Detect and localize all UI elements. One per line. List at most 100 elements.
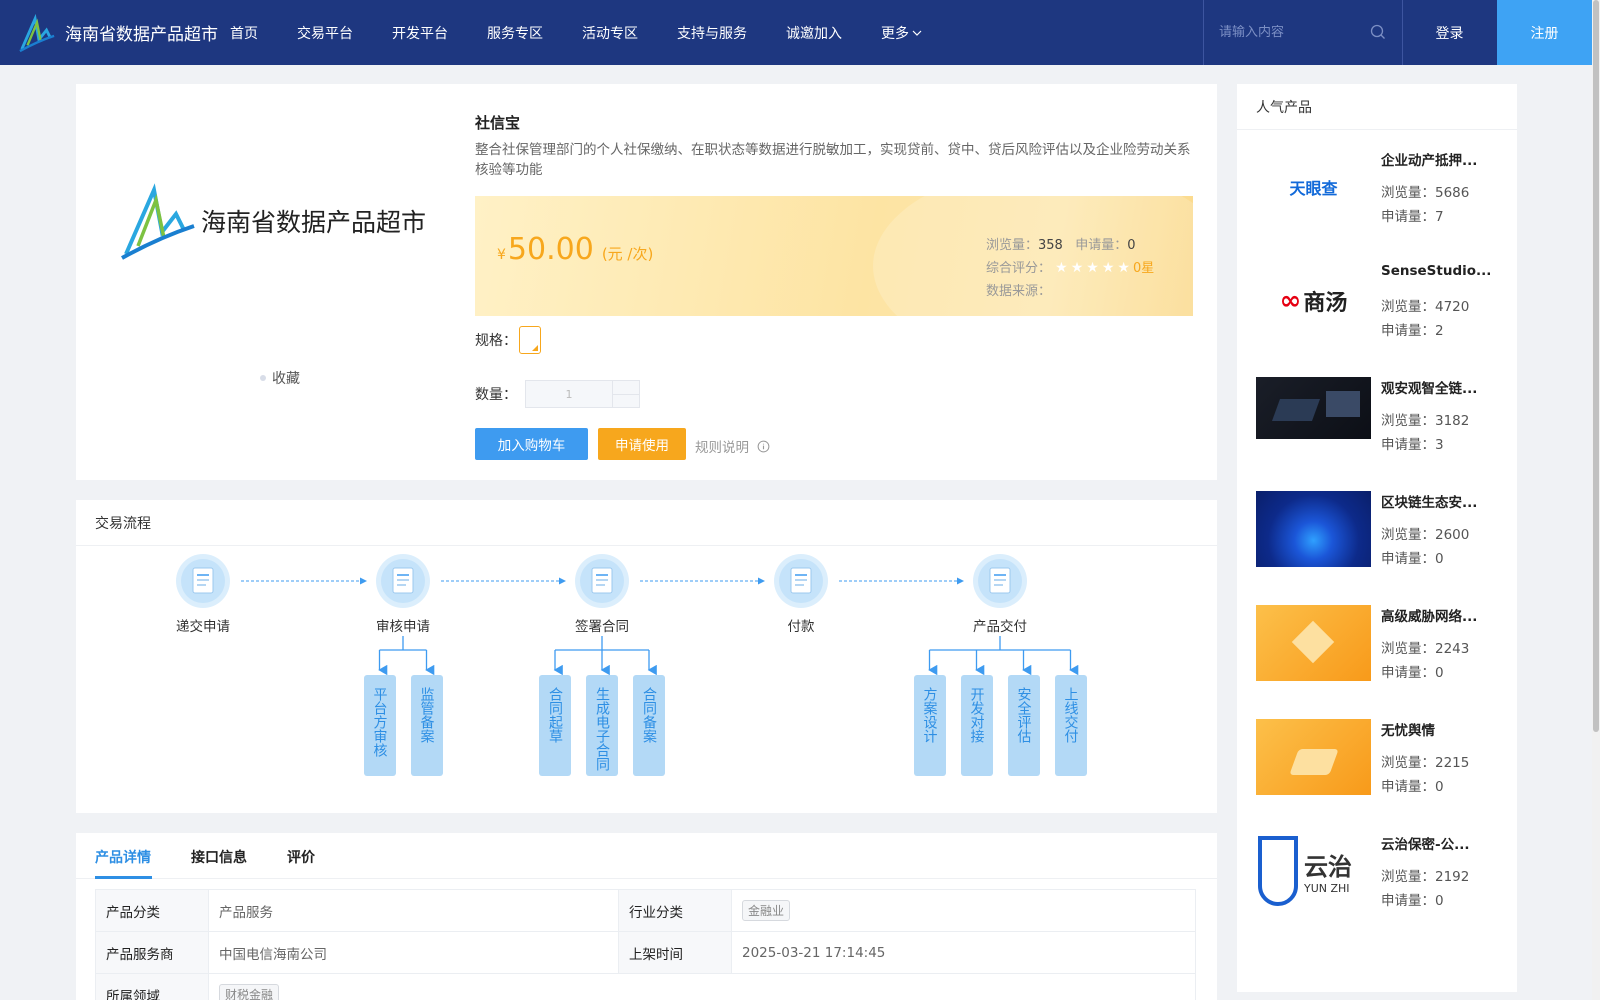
tab-api-info[interactable]: 接口信息 xyxy=(191,847,247,867)
flow-substep: 合同起草 xyxy=(539,675,571,776)
add-to-cart-button[interactable]: 加入购物车 xyxy=(475,428,588,460)
star-icon: ★ xyxy=(1117,260,1130,276)
popular-product-name[interactable]: 云治保密-公... xyxy=(1381,833,1506,853)
table-row: 产品服务商 中国电信海南公司 上架时间 2025-03-21 17:14:45 xyxy=(95,931,1196,974)
flow-substep-label: 平台方审核 xyxy=(371,687,388,757)
source-label: 数据来源： xyxy=(986,284,1052,299)
rating-score: 0星 xyxy=(1132,261,1155,276)
top-nav-bar: 海南省数据产品超市 首页 交易平台 开发平台 服务专区 活动专区 支持与服务 诚… xyxy=(0,0,1592,65)
submit-document-icon xyxy=(192,567,214,594)
apply-button[interactable]: 申请使用 xyxy=(598,428,686,460)
rating-stars: ★ ★ ★ ★ ★ xyxy=(1055,257,1133,280)
blue-hologram-image[interactable] xyxy=(1256,491,1371,567)
popular-product-applications: 申请量：0 xyxy=(1381,779,1444,795)
quantity-controls xyxy=(612,381,639,407)
popular-product-item[interactable]: 无忧舆情 浏览量：2215 申请量：0 xyxy=(1256,719,1506,809)
popular-product-name[interactable]: 企业动产抵押... xyxy=(1381,149,1506,169)
nav-more[interactable]: 更多 xyxy=(881,23,922,43)
popular-product-views: 浏览量：2243 xyxy=(1381,641,1470,657)
dark-device-image[interactable] xyxy=(1256,377,1371,453)
industry-tag: 金融业 xyxy=(742,900,791,921)
popular-product-item[interactable]: 区块链生态安... 浏览量：2600 申请量：0 xyxy=(1256,491,1506,581)
price-box: ¥ 50.00 (元 /次) 浏览量：358 申请量：0 综合评分： ★ ★ ★ ★ ★… xyxy=(475,196,1193,316)
favorite-label: 收藏 xyxy=(272,371,300,387)
popular-product-item[interactable]: 天眼查 企业动产抵押... 浏览量：5686 申请量：7 xyxy=(1256,149,1506,239)
popular-product-applications: 申请量：7 xyxy=(1381,209,1444,225)
product-stats: 浏览量：358 申请量：0 综合评分： ★ ★ ★ ★ ★ 0星 数据来源： xyxy=(986,234,1154,303)
side-divider xyxy=(1237,129,1517,130)
detail-key: 行业分类 xyxy=(618,889,732,932)
star-icon: ★ xyxy=(1055,260,1068,276)
nav-service-zone[interactable]: 服务专区 xyxy=(487,23,543,43)
popular-product-item[interactable]: 高级威胁网络... 浏览量：2243 申请量：0 xyxy=(1256,605,1506,695)
sign-contract-icon xyxy=(591,567,613,594)
popular-product-name[interactable]: 高级威胁网络... xyxy=(1381,605,1506,625)
views-label: 浏览量： xyxy=(986,238,1039,253)
popular-product-item[interactable]: 观安观智全链... 浏览量：3182 申请量：3 xyxy=(1256,377,1506,467)
spec-option[interactable] xyxy=(519,326,541,354)
detail-tabs: 产品详情 接口信息 评价 xyxy=(76,833,1217,879)
nav-trading-platform[interactable]: 交易平台 xyxy=(297,23,353,43)
popular-product-item[interactable]: ∞ 商汤 SenseStudio... 浏览量：4720 申请量：2 xyxy=(1256,263,1506,353)
detail-value: 产品服务 xyxy=(208,889,619,932)
applications-value: 0 xyxy=(1127,238,1136,253)
login-button[interactable]: 登录 xyxy=(1403,0,1496,65)
tab-reviews[interactable]: 评价 xyxy=(287,847,315,867)
chevron-down-icon xyxy=(912,30,922,36)
quantity-stepper: 1 xyxy=(525,380,640,408)
rules-link[interactable]: 规则说明 xyxy=(695,436,770,456)
flow-step-label: 审核申请 xyxy=(376,619,430,635)
rules-label: 规则说明 xyxy=(695,440,749,456)
views-value: 358 xyxy=(1038,238,1063,253)
orange-platform-image[interactable] xyxy=(1256,719,1371,795)
popular-product-applications: 申请量：3 xyxy=(1381,437,1444,453)
popular-products-title: 人气产品 xyxy=(1256,100,1312,116)
table-row: 产品分类 产品服务 行业分类 金融业 xyxy=(95,889,1196,932)
nav-home[interactable]: 首页 xyxy=(230,23,258,43)
quantity-increase-button[interactable] xyxy=(613,381,639,395)
info-icon xyxy=(757,440,770,452)
nav-dev-platform[interactable]: 开发平台 xyxy=(392,23,448,43)
flow-substep: 方案设计 xyxy=(913,675,946,776)
nav-activity-zone[interactable]: 活动专区 xyxy=(582,23,638,43)
orange-isometric-image[interactable] xyxy=(1256,605,1371,681)
product-detail-table: 产品分类 产品服务 行业分类 金融业 产品服务商 中国电信海南公司 上架时间 2… xyxy=(95,889,1196,1000)
quantity-input[interactable]: 1 xyxy=(526,381,612,407)
popular-product-views: 浏览量：4720 xyxy=(1381,299,1470,315)
nav-support[interactable]: 支持与服务 xyxy=(677,23,747,43)
popular-product-name[interactable]: 区块链生态安... xyxy=(1381,491,1506,511)
register-button[interactable]: 注册 xyxy=(1497,0,1592,65)
logo-mark-icon xyxy=(19,13,55,52)
flow-step-label: 付款 xyxy=(787,619,815,635)
price-currency: ¥ xyxy=(497,247,506,263)
popular-product-applications: 申请量：0 xyxy=(1381,551,1444,567)
delivery-list-icon xyxy=(989,567,1011,594)
product-logo-text: 海南省数据产品超市 xyxy=(201,208,427,237)
flow-substep: 监管备案 xyxy=(410,675,443,776)
price-unit: (元 /次) xyxy=(601,245,654,263)
detail-key: 产品分类 xyxy=(95,889,209,932)
popular-product-views: 浏览量：2192 xyxy=(1381,869,1470,885)
popular-product-item[interactable]: 云治 YUN ZHI 云治保密-公... 浏览量：2192 申请量：0 xyxy=(1256,833,1506,923)
site-logo[interactable]: 海南省数据产品超市 xyxy=(18,13,230,53)
popular-product-name[interactable]: 无忧舆情 xyxy=(1381,719,1506,739)
flow-substep-label: 合同备案 xyxy=(641,687,657,743)
search-icon[interactable] xyxy=(1370,24,1386,40)
quantity-decrease-button[interactable] xyxy=(613,395,639,408)
detail-value: 2025-03-21 17:14:45 xyxy=(731,931,1196,974)
detail-key: 所属领域 xyxy=(95,973,209,1000)
nav-join[interactable]: 诚邀加入 xyxy=(786,23,842,43)
tianyancha-logo[interactable]: 天眼查 xyxy=(1256,149,1371,225)
star-icon: ★ xyxy=(1101,260,1115,276)
nav-more-label: 更多 xyxy=(881,25,909,42)
favorite-button[interactable]: 收藏 xyxy=(260,368,300,388)
main-nav: 首页 交易平台 开发平台 服务专区 活动专区 支持与服务 诚邀加入 更多 xyxy=(230,0,961,65)
popular-product-name[interactable]: SenseStudio... xyxy=(1381,263,1506,279)
tab-product-detail[interactable]: 产品详情 xyxy=(95,847,151,867)
popular-product-applications: 申请量：2 xyxy=(1381,323,1444,339)
scrollbar-thumb[interactable] xyxy=(1593,0,1599,732)
search-input[interactable] xyxy=(1219,25,1369,40)
sensetime-logo[interactable]: ∞ 商汤 xyxy=(1256,263,1371,339)
yunzhi-logo[interactable]: 云治 YUN ZHI xyxy=(1256,833,1371,909)
popular-product-name[interactable]: 观安观智全链... xyxy=(1381,377,1506,397)
